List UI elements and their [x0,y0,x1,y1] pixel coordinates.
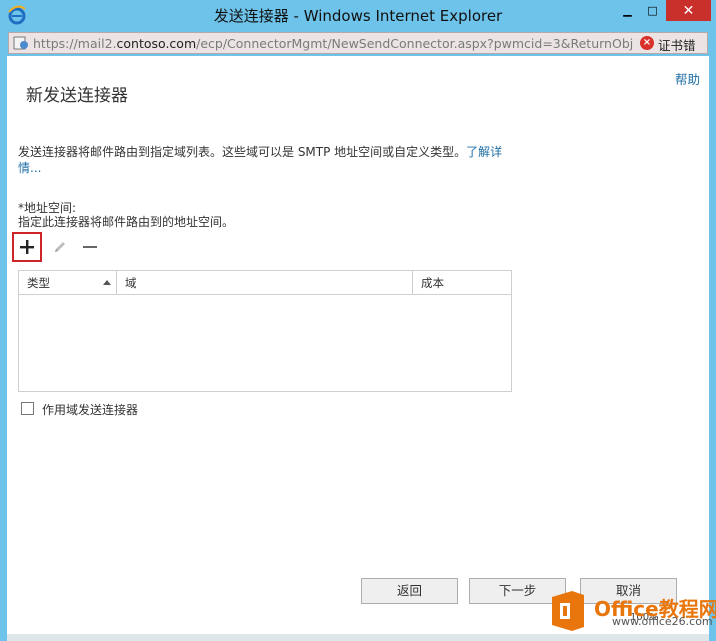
address-bar[interactable]: https://mail2.contoso.com/ecp/ConnectorM… [8,32,708,72]
cert-error-icon[interactable]: × [640,36,654,50]
dialog-content: 帮助 新发送连接器 发送连接器将邮件路由到指定域列表。这些域可以是 SMTP 地… [7,56,709,634]
watermark-url: www.office26.com [612,615,713,628]
address-space-hint: 指定此连接器将邮件路由到的地址空间。 [18,215,235,229]
watermark: Office教程网 www.office26.com [548,585,716,641]
office-logo-icon [552,591,584,631]
description-text: 发送连接器将邮件路由到指定域列表。这些域可以是 SMTP 地址空间或自定义类型。 [18,145,467,159]
scoped-connector-checkbox[interactable] [21,402,34,415]
help-link[interactable]: 帮助 [675,69,700,88]
url-host: contoso.com [116,36,197,51]
column-header-type[interactable]: 类型 [19,271,117,295]
table-header: 类型 域 成本 [19,271,511,295]
address-space-table[interactable]: 类型 域 成本 [18,270,512,392]
sort-ascending-icon [103,280,111,285]
pencil-icon[interactable] [52,239,68,255]
url-text[interactable]: https://mail2.contoso.com/ecp/ConnectorM… [33,36,633,51]
minus-icon[interactable] [82,239,98,255]
page-title: 新发送连接器 [26,86,128,106]
column-header-type-label: 类型 [27,276,50,290]
column-header-cost[interactable]: 成本 [413,271,511,295]
add-icon [20,240,34,254]
back-button[interactable]: 返回 [361,578,458,604]
minimize-button[interactable]: ▁ [615,0,640,21]
title-bar: 发送连接器 - Windows Internet Explorer ▁ □ ✕ [0,0,716,30]
add-button[interactable] [12,232,42,262]
page-icon [13,36,28,50]
maximize-button[interactable]: □ [640,0,665,21]
window-title: 发送连接器 - Windows Internet Explorer [213,7,503,25]
description: 发送连接器将邮件路由到指定域列表。这些域可以是 SMTP 地址空间或自定义类型。… [18,144,508,176]
scoped-connector-label[interactable]: 作用域发送连接器 [42,401,138,418]
close-button[interactable]: ✕ [666,0,711,21]
column-header-domain[interactable]: 域 [117,271,413,295]
url-suffix: /ecp/ConnectorMgmt/NewSendConnector.aspx… [196,36,633,51]
url-prefix: https://mail2. [33,36,117,51]
